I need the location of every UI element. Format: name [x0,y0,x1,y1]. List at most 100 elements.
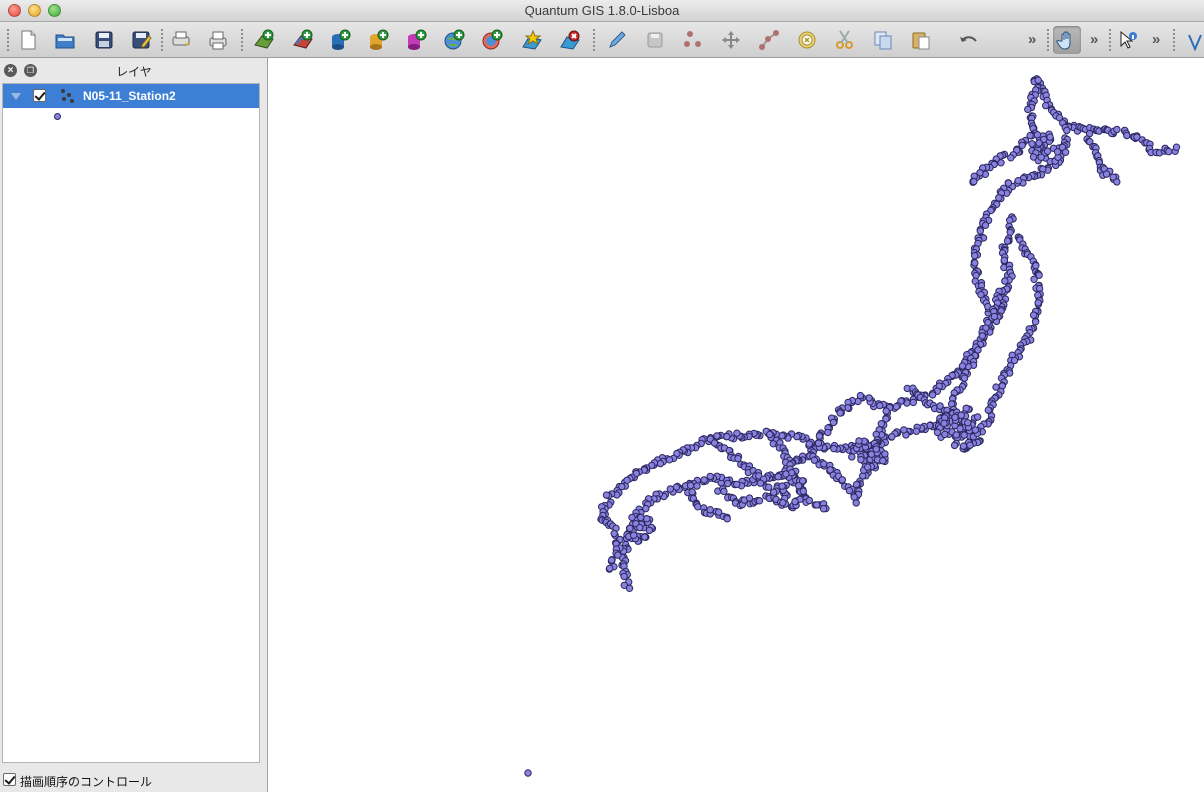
station-point [912,427,921,435]
undo-button[interactable] [954,26,982,54]
select-features-button[interactable] [1180,26,1204,54]
station-point [688,488,696,496]
add-mssql-layer-button[interactable] [402,26,430,54]
save-project-button[interactable] [90,26,118,54]
toolbar-grip[interactable] [1108,28,1112,52]
station-point [952,431,960,439]
station-point [1053,148,1062,156]
station-point [909,398,917,407]
station-point [950,441,959,450]
add-spatialite-layer-button[interactable] [364,26,392,54]
station-point [881,450,889,458]
station-point [723,432,731,441]
composer-manager-button[interactable] [204,26,232,54]
station-point [641,533,649,541]
map-canvas[interactable] [269,58,1204,792]
add-postgis-layer-button[interactable] [326,26,354,54]
station-point [819,505,828,513]
toolbar-grip[interactable] [1046,28,1050,52]
station-point [1007,154,1015,162]
station-point [1006,216,1014,225]
toolbar-overflow-chevron-3[interactable]: » [1152,31,1160,48]
add-wms-layer-button[interactable] [440,26,468,54]
toolbar-overflow-chevron-1[interactable]: » [1028,31,1036,48]
add-raster-layer-button[interactable] [289,26,317,54]
layer-visibility-checkbox[interactable] [33,89,46,102]
station-point [778,482,786,490]
station-point [755,497,764,505]
move-feature-button[interactable] [717,26,745,54]
station-point [960,431,968,439]
toolbar-grip[interactable] [240,28,244,52]
new-print-composer-button[interactable] [167,26,195,54]
station-point [1113,125,1121,134]
hand-pan-icon [1056,31,1071,50]
station-point [995,194,1003,202]
window-title-bar: Quantum GIS 1.8.0-Lisboa [0,0,1204,22]
add-mssql-layer-icon [408,29,427,50]
add-raster-layer-icon [293,29,313,49]
station-point [957,411,965,419]
layer-row-n05-11-station2[interactable]: N05-11_Station2 [3,84,259,108]
station-point [645,526,654,535]
open-project-button[interactable] [51,26,79,54]
paste-icon [912,32,930,50]
new-project-button[interactable] [14,26,42,54]
toolbar-grip[interactable] [6,28,10,52]
station-point [970,177,978,186]
window-zoom-button[interactable] [48,4,61,17]
station-point [614,551,622,559]
station-point [850,493,858,501]
identify-cursor-icon [1120,30,1137,49]
pan-map-button[interactable] [1053,26,1081,54]
station-point [855,437,863,445]
delete-selected-button[interactable] [793,26,821,54]
save-edits-button[interactable] [641,26,669,54]
main-toolbar: » » » [0,22,1204,58]
undo-arrow-icon [960,36,977,42]
station-point [637,513,645,522]
station-point [836,409,844,417]
station-point [795,482,803,490]
station-point [620,572,628,581]
station-point [824,428,832,437]
toolbar-grip[interactable] [160,28,164,52]
toolbar-grip[interactable] [1172,28,1176,52]
station-point [774,473,782,481]
toggle-editing-button[interactable] [603,26,631,54]
save-project-as-button[interactable] [127,26,155,54]
identify-features-button[interactable] [1114,26,1142,54]
add-wfs-layer-button[interactable] [478,26,506,54]
station-point [848,453,856,461]
new-document-icon [21,30,36,50]
new-shapefile-layer-button[interactable] [518,26,546,54]
layer-tree[interactable]: N05-11_Station2 [2,83,260,763]
station-point [1035,139,1043,147]
station-point [524,769,532,777]
new-layer-star-icon [522,29,542,50]
window-close-button[interactable] [8,4,21,17]
collapse-triangle-icon[interactable] [11,93,21,100]
station-point [656,459,665,468]
toolbar-overflow-chevron-2[interactable]: » [1090,31,1098,48]
render-order-checkbox[interactable] [3,773,16,786]
station-point [1029,311,1038,319]
add-feature-button[interactable] [679,26,707,54]
station-point [956,425,964,433]
window-minimize-button[interactable] [28,4,41,17]
station-point [693,482,701,490]
cut-features-button[interactable] [831,26,859,54]
copy-features-button[interactable] [869,26,897,54]
station-point [606,564,614,573]
station-point [1037,153,1045,161]
paste-features-button[interactable] [907,26,935,54]
toolbar-grip[interactable] [592,28,596,52]
station-point [1063,126,1071,135]
layer-name: N05-11_Station2 [83,89,176,103]
layers-panel-header: × ❐ レイヤ [0,58,268,82]
add-vector-layer-button[interactable] [250,26,278,54]
node-tool-button[interactable] [755,26,783,54]
station-point [636,523,644,532]
remove-layer-button[interactable] [556,26,584,54]
station-point [765,483,773,491]
